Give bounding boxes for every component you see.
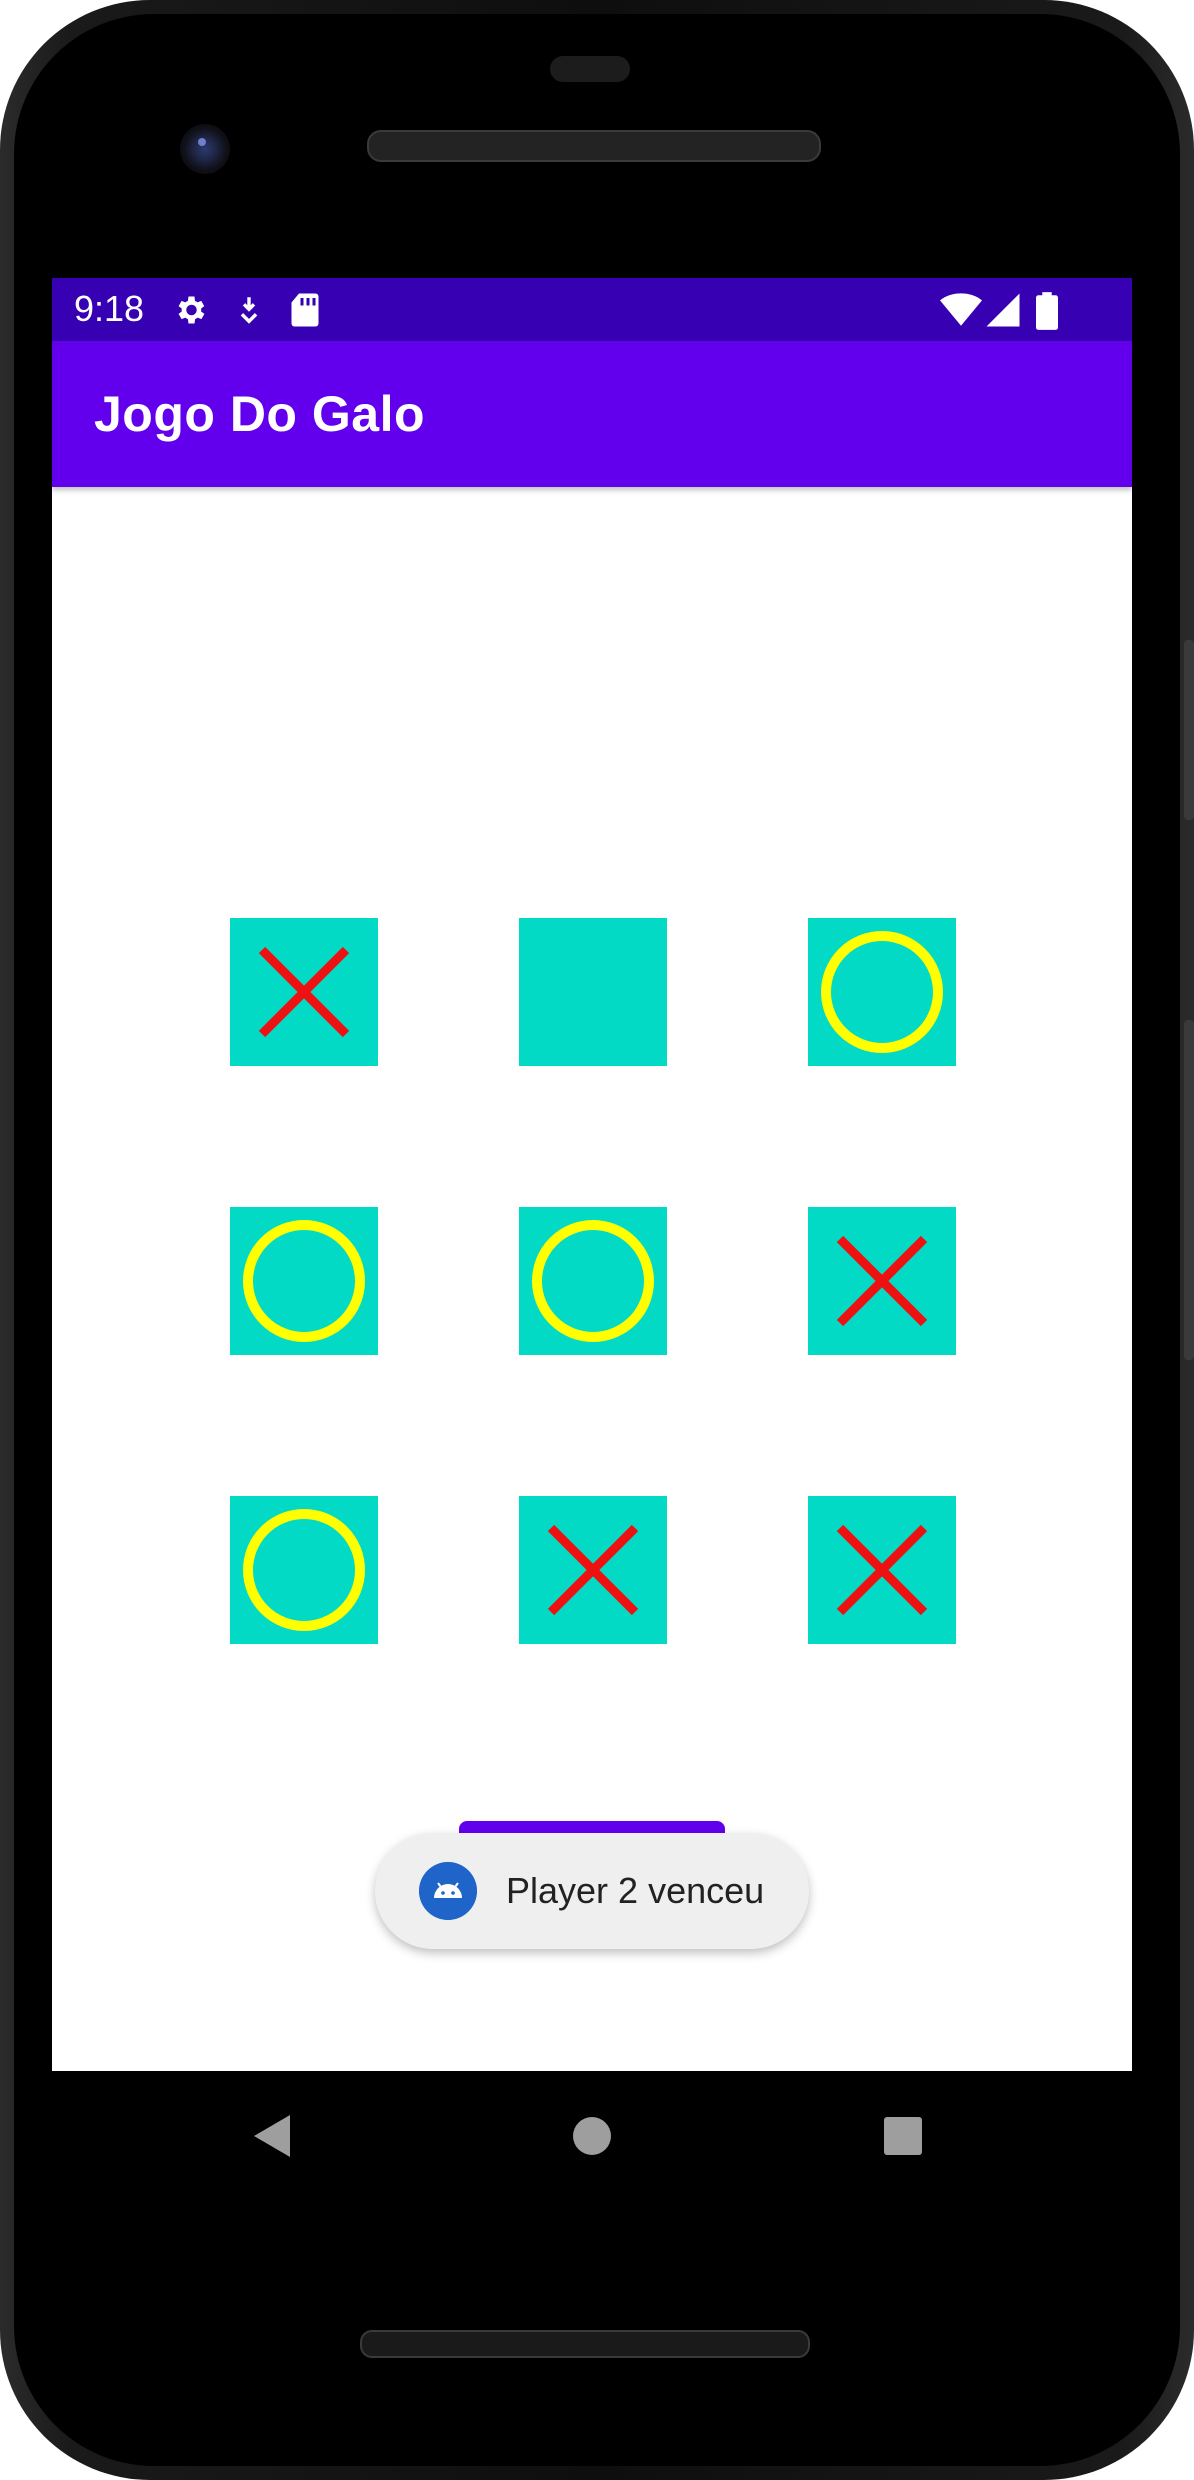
status-bar: 9:18 bbox=[52, 278, 1132, 341]
wifi-icon bbox=[940, 293, 982, 326]
power-button bbox=[1184, 1020, 1194, 1360]
earpiece bbox=[550, 56, 630, 82]
x-mark-icon bbox=[836, 1524, 928, 1616]
battery-icon bbox=[1036, 292, 1058, 330]
app-title: Jogo Do Galo bbox=[94, 386, 425, 442]
o-mark-icon bbox=[243, 1509, 365, 1631]
o-mark-icon bbox=[243, 1220, 365, 1342]
board-cell[interactable] bbox=[230, 918, 378, 1066]
x-mark-icon bbox=[258, 946, 350, 1038]
sd-card-icon bbox=[291, 293, 319, 327]
o-mark-icon bbox=[821, 931, 943, 1053]
recents-icon[interactable] bbox=[843, 2071, 963, 2201]
screen: 9:18 Jogo Do Galo Player 2 venceu bbox=[52, 278, 1132, 2071]
home-icon[interactable] bbox=[532, 2071, 652, 2201]
front-camera bbox=[180, 124, 230, 174]
top-speaker bbox=[367, 130, 821, 162]
back-icon[interactable] bbox=[214, 2071, 334, 2201]
status-time: 9:18 bbox=[74, 288, 145, 329]
x-mark-icon bbox=[836, 1235, 928, 1327]
board-cell[interactable] bbox=[230, 1496, 378, 1644]
gear-icon bbox=[178, 296, 205, 324]
signal-icon bbox=[986, 293, 1020, 327]
navigation-bar bbox=[52, 2071, 1132, 2201]
bottom-speaker bbox=[360, 2330, 810, 2358]
toast-message: Player 2 venceu bbox=[375, 1833, 809, 1949]
board-cell[interactable] bbox=[519, 1496, 667, 1644]
board-cell[interactable] bbox=[808, 1207, 956, 1355]
download-icon bbox=[240, 297, 258, 324]
toast-text: Player 2 venceu bbox=[506, 1870, 765, 1911]
x-mark-icon bbox=[547, 1524, 639, 1616]
board-cell[interactable] bbox=[519, 1207, 667, 1355]
board-cell[interactable] bbox=[230, 1207, 378, 1355]
android-icon bbox=[419, 1862, 477, 1920]
app-bar: Jogo Do Galo bbox=[52, 341, 1132, 487]
board-cell[interactable] bbox=[808, 918, 956, 1066]
board-cell[interactable] bbox=[808, 1496, 956, 1644]
board-cell[interactable] bbox=[519, 918, 667, 1066]
volume-button bbox=[1184, 640, 1194, 820]
phone-frame: 9:18 Jogo Do Galo Player 2 venceu bbox=[0, 0, 1194, 2480]
o-mark-icon bbox=[532, 1220, 654, 1342]
